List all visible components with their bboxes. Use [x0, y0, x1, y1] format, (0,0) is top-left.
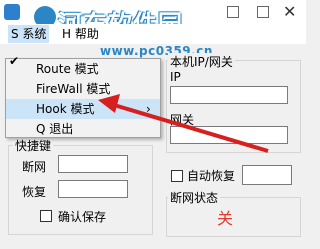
app-window: ✕ 河东软件园 S 系统 H 帮助 www.pc0359.cn 本机IP/网关 …	[0, 0, 306, 249]
annotation-arrow-icon	[98, 94, 269, 153]
